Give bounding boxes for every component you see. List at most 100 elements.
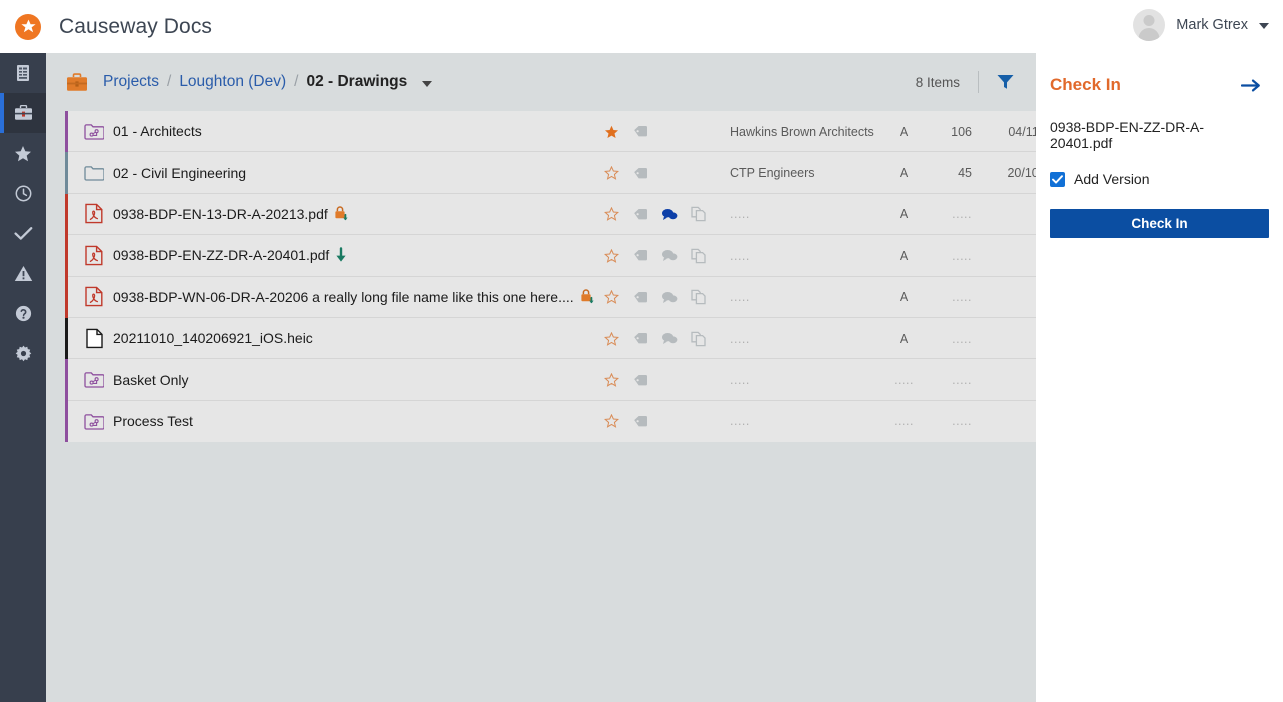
tag-icon[interactable] bbox=[626, 332, 655, 345]
breadcrumb-separator: / bbox=[294, 73, 299, 90]
favourite-toggle[interactable] bbox=[597, 331, 626, 346]
tag-icon[interactable] bbox=[626, 415, 655, 428]
lock-download-icon[interactable] bbox=[579, 288, 596, 305]
cell-company: ..... bbox=[730, 331, 750, 346]
tag-icon[interactable] bbox=[626, 208, 655, 221]
favourite-toggle[interactable] bbox=[597, 248, 626, 263]
shared-folder-icon bbox=[84, 414, 104, 430]
favourite-toggle[interactable] bbox=[597, 373, 626, 387]
cell-company: ..... bbox=[730, 207, 750, 222]
cell-status: A bbox=[899, 248, 909, 263]
check-icon bbox=[13, 226, 32, 240]
favourite-toggle[interactable] bbox=[597, 207, 626, 222]
checkin-panel: Check In 0938-BDP-EN-ZZ-DR-A-20401.pdf A… bbox=[1036, 53, 1283, 702]
row-action-group bbox=[597, 359, 713, 400]
folder-icon bbox=[84, 165, 104, 181]
cell-status: A bbox=[899, 207, 909, 222]
add-version-checkbox[interactable] bbox=[1050, 171, 1065, 187]
row-type-color-bar bbox=[65, 152, 68, 194]
file-name: 02 - Civil Engineering bbox=[113, 165, 246, 181]
table-row[interactable]: 0938-BDP-EN-13-DR-A-20213.pdf..... A.....… bbox=[65, 193, 1070, 236]
sidebar-item-recent[interactable] bbox=[0, 173, 46, 213]
star-icon bbox=[15, 145, 31, 161]
arrow-right-icon[interactable] bbox=[1241, 78, 1261, 93]
comment-icon bbox=[662, 250, 678, 262]
cell-company: ..... bbox=[730, 290, 750, 305]
sidebar-item-help[interactable] bbox=[0, 293, 46, 333]
star-outline-icon bbox=[604, 166, 619, 180]
copy-icon[interactable] bbox=[684, 289, 713, 305]
favourite-toggle[interactable] bbox=[597, 125, 626, 139]
lock-download-icon[interactable] bbox=[333, 205, 350, 222]
copy-icon[interactable] bbox=[684, 206, 713, 222]
star-outline-icon bbox=[604, 331, 619, 346]
table-row[interactable]: 0938-BDP-WN-06-DR-A-20206 a really long … bbox=[65, 276, 1036, 318]
sidebar-item-tasks[interactable] bbox=[0, 213, 46, 253]
cell-size: ..... bbox=[952, 290, 972, 305]
copy-icon[interactable] bbox=[684, 331, 713, 347]
check-in-button[interactable]: Check In bbox=[1050, 209, 1269, 238]
table-row[interactable]: Process Test.................... bbox=[65, 400, 1070, 443]
row-type-color-bar bbox=[65, 317, 68, 360]
file-name-text: 01 - Architects bbox=[113, 123, 202, 140]
chevron-down-icon[interactable] bbox=[422, 80, 433, 87]
breadcrumb-item-loughton[interactable]: Loughton (Dev) bbox=[179, 73, 286, 91]
favourite-toggle[interactable] bbox=[597, 290, 626, 305]
table-row[interactable]: 02 - Civil EngineeringCTP EngineersA4520… bbox=[65, 152, 1070, 194]
download-arrow-icon[interactable] bbox=[334, 247, 348, 263]
cell-company: Hawkins Brown Architects bbox=[730, 124, 874, 139]
file-name-text: 0938-BDP-WN-06-DR-A-20206 a really long … bbox=[113, 288, 574, 305]
tag-icon[interactable] bbox=[626, 125, 655, 138]
favourite-toggle[interactable] bbox=[597, 166, 626, 180]
tag-icon[interactable] bbox=[626, 167, 655, 180]
cell-status: A bbox=[899, 331, 909, 346]
file-name: 0938-BDP-EN-13-DR-A-20213.pdf bbox=[113, 205, 350, 222]
table-row[interactable]: 20211010_140206921_iOS.heic.....A.......… bbox=[65, 317, 1070, 360]
sidebar-item-reports[interactable] bbox=[0, 53, 46, 93]
comment-icon[interactable] bbox=[655, 249, 684, 262]
file-name-text: Basket Only bbox=[113, 371, 189, 388]
lock-download-icon bbox=[335, 206, 348, 221]
help-circle-icon bbox=[15, 305, 31, 321]
sidebar-item-favourites[interactable] bbox=[0, 133, 46, 173]
row-action-group bbox=[597, 401, 713, 442]
file-name-text: 02 - Civil Engineering bbox=[113, 164, 247, 181]
favourite-toggle[interactable] bbox=[597, 414, 626, 429]
report-icon bbox=[17, 65, 29, 81]
copy-icon bbox=[690, 248, 706, 264]
tag-icon bbox=[634, 126, 647, 137]
table-row[interactable]: 01 - Architects Hawkins Brown Architects A… bbox=[65, 111, 1070, 153]
copy-icon[interactable] bbox=[684, 248, 713, 264]
copy-icon bbox=[690, 331, 706, 346]
page-title: Causeway Docs bbox=[59, 14, 213, 38]
star-badge-icon[interactable] bbox=[15, 13, 41, 40]
row-action-group bbox=[597, 318, 713, 359]
tag-icon bbox=[634, 208, 647, 220]
table-row[interactable]: Basket Only.................... bbox=[65, 359, 1070, 401]
add-version-checkbox-row[interactable]: Add Version bbox=[1050, 171, 1261, 187]
comment-icon[interactable] bbox=[655, 332, 684, 345]
breadcrumb: Projects / Loughton (Dev) / 02 - Drawing… bbox=[103, 73, 433, 91]
tag-icon[interactable] bbox=[626, 374, 655, 387]
content-toolbar: Projects / Loughton (Dev) / 02 - Drawing… bbox=[46, 53, 1036, 111]
sidebar-item-alerts[interactable] bbox=[0, 253, 46, 293]
tag-icon[interactable] bbox=[626, 291, 655, 304]
cell-size: ..... bbox=[952, 248, 972, 263]
shared-folder-icon bbox=[83, 123, 105, 140]
breadcrumb-item-projects[interactable]: Projects bbox=[103, 73, 159, 91]
tag-icon[interactable] bbox=[626, 249, 655, 262]
comment-icon[interactable] bbox=[655, 291, 684, 304]
comment-icon[interactable] bbox=[655, 208, 684, 221]
shared-folder-icon bbox=[84, 372, 104, 388]
breadcrumb-item-current: 02 - Drawings bbox=[306, 73, 408, 90]
user-menu[interactable]: Mark Gtrex bbox=[1133, 9, 1269, 41]
sidebar-item-settings[interactable] bbox=[0, 333, 46, 373]
file-name: 20211010_140206921_iOS.heic bbox=[113, 330, 313, 346]
chevron-down-icon[interactable] bbox=[1259, 23, 1269, 29]
panel-title: Check In bbox=[1050, 75, 1121, 94]
cell-status: A bbox=[899, 124, 909, 139]
filter-icon[interactable] bbox=[997, 74, 1014, 90]
row-type-color-bar bbox=[65, 359, 68, 401]
sidebar-item-projects[interactable] bbox=[0, 93, 46, 133]
table-row[interactable]: 0938-BDP-EN-ZZ-DR-A-20401.pdf..... A..... bbox=[65, 235, 1036, 277]
